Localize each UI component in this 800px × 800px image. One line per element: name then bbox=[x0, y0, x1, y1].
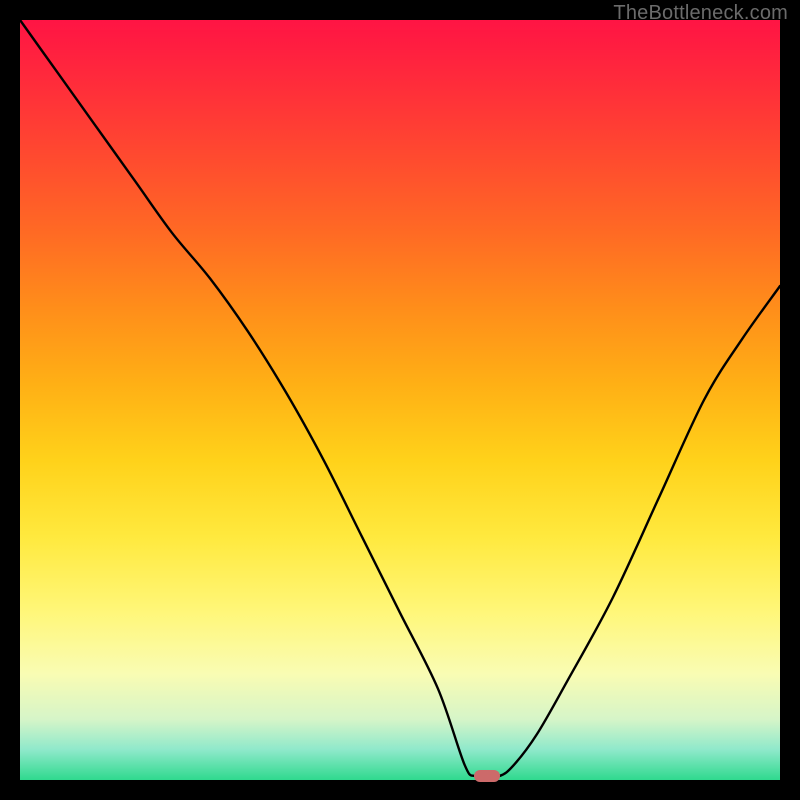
bottleneck-curve bbox=[20, 20, 780, 780]
plot-area bbox=[20, 20, 780, 780]
chart-frame: TheBottleneck.com bbox=[0, 0, 800, 800]
optimal-point-marker bbox=[474, 770, 500, 782]
